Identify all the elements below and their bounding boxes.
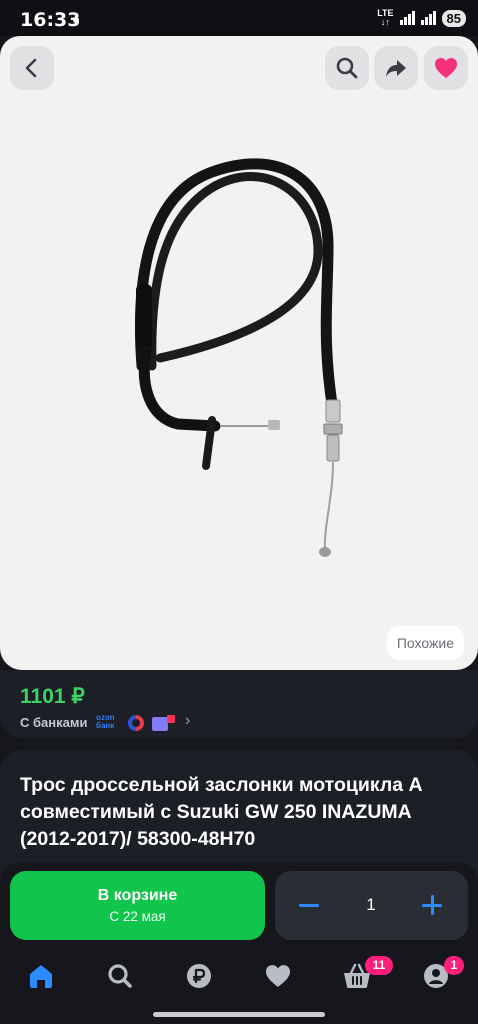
- tab-finance[interactable]: [183, 960, 215, 992]
- network-label: LTE: [377, 8, 394, 18]
- price-card: 1101 ₽ С банками ozon банк ›: [0, 670, 478, 738]
- tab-profile[interactable]: 1: [420, 956, 464, 992]
- quantity-value: 1: [366, 895, 376, 914]
- chevron-right-icon[interactable]: ›: [185, 712, 190, 730]
- search-button[interactable]: [325, 46, 369, 90]
- cart-count-badge: 11: [365, 956, 393, 975]
- banks-label[interactable]: С банками: [20, 715, 87, 730]
- product-title: Трос дроссельной заслонки мотоцикла А со…: [20, 774, 423, 850]
- home-indicator[interactable]: [153, 1012, 325, 1017]
- signal-icon-2: [420, 11, 436, 25]
- product-price: 1101 ₽: [20, 685, 85, 708]
- delivery-date: С 22 мая: [109, 909, 166, 924]
- ruble-icon: [187, 964, 211, 988]
- back-arrow-icon: [25, 58, 37, 78]
- similar-button[interactable]: Похожие: [386, 626, 464, 660]
- search-icon: [108, 964, 132, 988]
- share-icon: [386, 60, 406, 77]
- heart-icon: [435, 58, 457, 78]
- product-photo: [134, 158, 343, 557]
- status-time: 16:33: [20, 9, 81, 31]
- share-button[interactable]: [374, 46, 418, 90]
- cart-label: В корзине: [97, 887, 178, 904]
- lte-indicator: LTE ↓↑: [377, 8, 394, 27]
- plus-icon-stroke: [431, 895, 434, 915]
- quantity-stepper: 1: [275, 871, 468, 940]
- tab-search[interactable]: [104, 960, 136, 992]
- status-bar: 16:33 LTE ↓↑ 85: [0, 0, 478, 36]
- tab-favorites[interactable]: [262, 960, 294, 992]
- tab-home[interactable]: [25, 960, 57, 992]
- battery-indicator: 85: [441, 9, 466, 27]
- heart-icon: [266, 965, 290, 987]
- decrease-quantity-button[interactable]: [298, 893, 320, 917]
- profile-notification-badge: 1: [444, 956, 464, 975]
- minus-icon: [299, 903, 319, 907]
- favorite-button[interactable]: [424, 46, 468, 90]
- product-gallery[interactable]: Похожие: [0, 36, 478, 670]
- ozon-bank-logo: ozon банк: [96, 713, 115, 730]
- bank-logo-icon: [128, 715, 144, 731]
- notification-dot-icon: [73, 17, 79, 23]
- home-icon: [30, 965, 52, 988]
- tab-cart[interactable]: 11: [341, 956, 393, 992]
- in-cart-button[interactable]: В корзине С 22 мая: [10, 871, 265, 940]
- back-button[interactable]: [10, 46, 54, 90]
- increase-quantity-button[interactable]: [421, 894, 443, 916]
- status-icons: LTE ↓↑ 85: [377, 9, 466, 27]
- bank-logo-icon-2: [152, 715, 176, 731]
- search-icon: [336, 57, 358, 79]
- signal-icon: [399, 11, 415, 25]
- bottom-tab-bar: 11 1: [0, 952, 478, 1002]
